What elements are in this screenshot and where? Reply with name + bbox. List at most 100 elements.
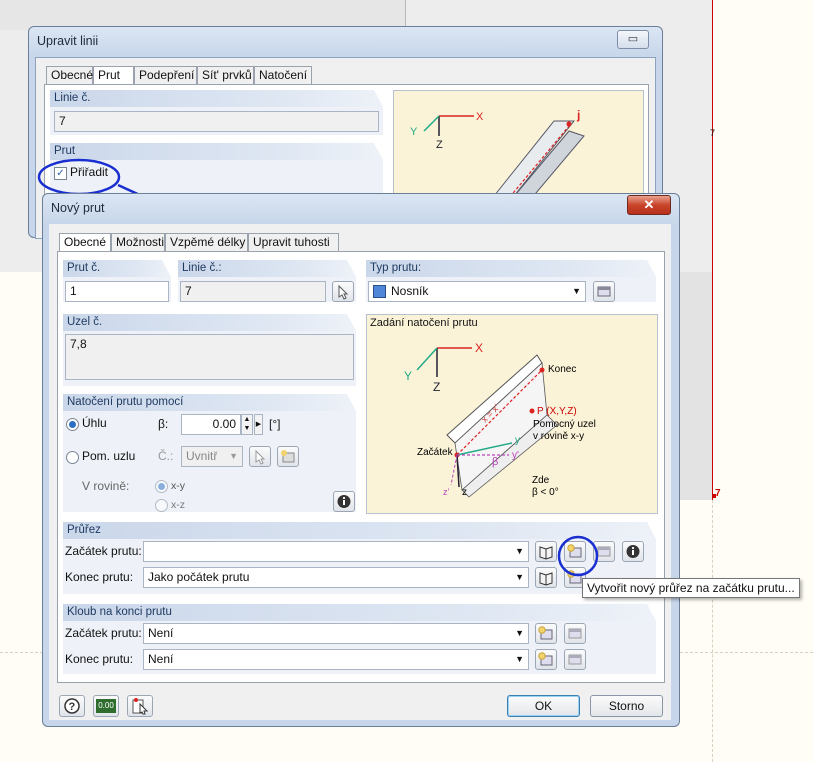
- info-icon: [337, 495, 351, 508]
- tab-podepreni[interactable]: Podepření: [134, 66, 197, 84]
- group-title: Linie č.: [54, 92, 91, 104]
- chevron-down-icon: ▼: [229, 451, 238, 461]
- tab-pane: Prut č. 1 Linie č.: 7 Typ prutu: Nosník …: [57, 251, 665, 683]
- units-button[interactable]: 0.00: [93, 695, 119, 717]
- linie-input: 7: [54, 111, 379, 132]
- kloub-zacatek-label: Začátek prutu:: [65, 626, 142, 640]
- beta-diagram-label: β: [492, 456, 498, 468]
- radio-pom-uzlu[interactable]: [66, 451, 79, 464]
- pick-node-button[interactable]: [249, 446, 271, 467]
- zacatek-prutu-label: Začátek prutu:: [65, 544, 142, 558]
- tab-obecne[interactable]: Obecné: [46, 66, 93, 84]
- novy-prut-dialog: Nový prut ✕ Obecné Možnosti Vzpěmé délky…: [42, 193, 680, 727]
- ok-button[interactable]: OK: [507, 695, 580, 717]
- group-linie-c: Linie č.: 7: [178, 260, 356, 302]
- member-type-swatch: [373, 285, 386, 298]
- radio-uhlu[interactable]: [66, 418, 79, 431]
- zacatek-diagram-label: Začátek: [417, 447, 454, 458]
- pick-line-button[interactable]: [332, 281, 354, 302]
- pomocny-label: Pomocný uzel: [533, 419, 596, 430]
- tab-vzperne-delky[interactable]: Vzpěmé délky: [165, 233, 248, 251]
- library-button-end[interactable]: [535, 567, 557, 588]
- new-item-icon: [281, 450, 295, 463]
- edit-dialog-icon: [568, 628, 582, 639]
- axis-z-label: Z: [436, 139, 443, 151]
- help-button[interactable]: ?: [59, 695, 85, 717]
- kloub-zacatek-select[interactable]: Není ▼: [143, 623, 529, 644]
- group-title: Natočení prutu pomocí: [67, 396, 184, 408]
- y-prime-label: y': [512, 450, 519, 461]
- edit-member-type-button[interactable]: [593, 281, 615, 302]
- pick-from-model-button[interactable]: [127, 695, 153, 717]
- prurez-konec-select[interactable]: Jako počátek prutu ▼: [143, 567, 529, 588]
- grid-line-vertical: [712, 500, 713, 762]
- group-title: Uzel č.: [67, 316, 103, 328]
- info-button[interactable]: [333, 491, 355, 512]
- edit-hinge-start-button[interactable]: [564, 623, 586, 644]
- c-label: Č.:: [158, 449, 174, 463]
- konec-label: Konec: [548, 364, 576, 375]
- beta-spinner[interactable]: ▲ ▼: [241, 414, 253, 435]
- rotation-diagram-svg: X Y Z Konec P (X,Y,Z) Pomocný uzel v rov…: [404, 341, 596, 498]
- edit-dialog-icon: [568, 654, 582, 665]
- chevron-down-icon: ▼: [515, 654, 524, 664]
- library-icon: [539, 572, 553, 586]
- group-title: Linie č.:: [182, 262, 222, 274]
- kloub-zacatek-value: Není: [148, 626, 174, 640]
- diagram-title: Zadání natočení prutu: [370, 317, 478, 329]
- tab-upravit-tuhosti[interactable]: Upravit tuhosti: [248, 233, 339, 251]
- rotation-diagram: Zadání natočení prutu X Y Z Konec P (X,Y…: [366, 314, 658, 514]
- group-uzel: Uzel č. 7,8: [63, 314, 356, 386]
- dialog-title: Upravit linii: [37, 34, 99, 48]
- dialog-client: Obecné Možnosti Vzpěmé délky Upravit tuh…: [49, 224, 671, 720]
- axis-x-label: X: [476, 111, 484, 123]
- axis-z-label: Z: [433, 380, 440, 394]
- pom-uzlu-label[interactable]: Pom. uzlu: [82, 449, 135, 463]
- prurez-zacatek-select[interactable]: ▼: [143, 541, 529, 562]
- konec-prutu-label: Konec prutu:: [65, 570, 134, 584]
- axis-y-label: Y: [410, 126, 418, 138]
- svg-text:?: ?: [69, 701, 76, 713]
- new-item-icon: [538, 626, 553, 640]
- section-info-button[interactable]: [622, 541, 644, 562]
- new-hinge-start-button[interactable]: [535, 623, 557, 644]
- radio-xy[interactable]: [155, 480, 168, 493]
- typ-prutu-select[interactable]: Nosník ▼: [368, 281, 586, 302]
- group-linie: Linie č. 7: [50, 90, 383, 135]
- pick-icon: [338, 284, 349, 300]
- tab-sit-prvku[interactable]: Sít' prvků: [197, 66, 254, 84]
- model-line-7: [712, 0, 713, 500]
- prut-number-input[interactable]: 1: [65, 281, 169, 302]
- tab-natoceni[interactable]: Natočení: [254, 66, 312, 84]
- pick-icon: [255, 449, 266, 465]
- chevron-down-icon: ▼: [515, 572, 524, 582]
- kloub-konec-select[interactable]: Není ▼: [143, 649, 529, 670]
- storno-button[interactable]: Storno: [590, 695, 663, 717]
- axis-x-label: X: [475, 341, 483, 355]
- uhlu-label[interactable]: Úhlu: [82, 416, 107, 430]
- beta-label: β:: [158, 417, 169, 431]
- z-label: z: [462, 487, 467, 498]
- dialog-title: Nový prut: [51, 201, 105, 215]
- new-hinge-end-button[interactable]: [535, 649, 557, 670]
- library-button[interactable]: [535, 541, 557, 562]
- edit-hinge-end-button[interactable]: [564, 649, 586, 670]
- minimize-button[interactable]: ▭: [617, 30, 649, 49]
- workspace-gray-area: [676, 272, 712, 500]
- chevron-down-icon: ▼: [515, 546, 524, 556]
- close-button[interactable]: ✕: [627, 195, 671, 215]
- beta-cond-label: β < 0°: [532, 487, 559, 498]
- radio-xz[interactable]: [155, 499, 168, 512]
- z-prime-label: z': [443, 487, 450, 497]
- v-rovine-diagram-label: v rovině x-y: [533, 431, 584, 442]
- tab-moznosti[interactable]: Možnosti: [111, 233, 165, 251]
- beta-input[interactable]: 0.00: [181, 414, 241, 435]
- axis-y-label: Y: [404, 369, 412, 383]
- library-icon: [539, 546, 553, 560]
- beta-unit: [°]: [269, 417, 281, 431]
- group-title: Prut č.: [67, 262, 101, 274]
- new-node-button[interactable]: [277, 446, 299, 467]
- uzel-input: 7,8: [65, 334, 354, 380]
- kloub-konec-label: Konec prutu:: [65, 652, 134, 666]
- beta-arrow-button[interactable]: ▶: [254, 414, 263, 435]
